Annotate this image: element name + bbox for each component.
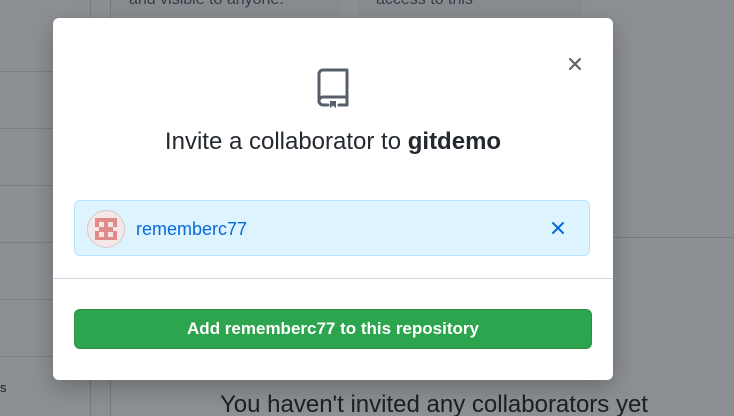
page: s and visible to anyone. access to this …	[0, 0, 734, 416]
identicon-avatar	[88, 211, 124, 247]
selected-username-link[interactable]: rememberc77	[136, 219, 247, 240]
remove-icon	[552, 222, 564, 234]
invite-collaborator-dialog: Invite a collaborator to gitdemo remembe…	[53, 18, 613, 380]
add-collaborator-button[interactable]: Add rememberc77 to this repository	[74, 309, 592, 349]
dialog-divider	[53, 278, 613, 279]
remove-user-button[interactable]	[549, 219, 567, 237]
repo-name: gitdemo	[407, 128, 502, 155]
close-icon	[569, 58, 581, 70]
dialog-title-prefix: Invite a collaborator to	[164, 128, 402, 155]
avatar	[87, 210, 125, 248]
close-dialog-button[interactable]	[563, 52, 587, 76]
repo-icon	[317, 68, 349, 108]
selected-user-chip: rememberc77	[74, 200, 590, 256]
dialog-title: Invite a collaborator to gitdemo	[53, 128, 613, 156]
